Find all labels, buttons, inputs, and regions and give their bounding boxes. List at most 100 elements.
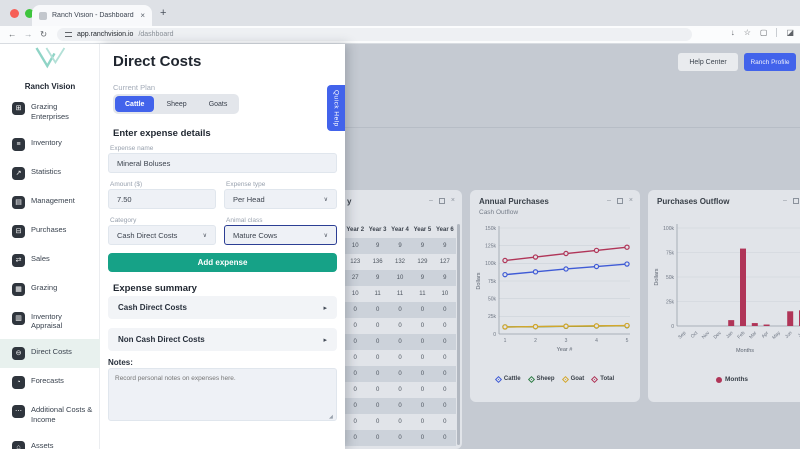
minimize-icon[interactable]: – (783, 197, 787, 204)
url-bar[interactable]: app.ranchvision.io/dashboard (57, 28, 692, 41)
expense-summary-title: Expense summary (113, 283, 197, 294)
resize-handle-icon[interactable]: ◢ (329, 414, 333, 420)
svg-text:2: 2 (534, 338, 537, 344)
extensions-icon[interactable]: ▢ (760, 28, 768, 37)
sidebar-item-forecasts[interactable]: ◔Forecasts (0, 368, 100, 397)
bar-chart-legend: Months (648, 376, 800, 383)
brand-name: Ranch Vision (0, 82, 100, 91)
table-cell: 0 (389, 355, 411, 361)
browser-tab[interactable]: Ranch Vision - Dashboard × (32, 5, 152, 26)
legend-item-sheep[interactable]: Sheep (529, 376, 555, 382)
legend-diamond-icon (495, 375, 502, 382)
profile-icon[interactable]: ◪ (786, 28, 794, 37)
category-select[interactable]: Cash Direct Costs ∨ (108, 225, 216, 245)
table-cell: 9 (366, 243, 388, 249)
bookmark-star-icon[interactable]: ☆ (744, 28, 751, 37)
table-cell: 11 (389, 291, 411, 297)
download-icon[interactable]: ↓ (731, 28, 735, 37)
expense-name-input[interactable]: Mineral Boluses (108, 153, 337, 173)
amount-input[interactable]: 7.50 (108, 189, 216, 209)
svg-text:5: 5 (626, 338, 629, 344)
reload-icon[interactable]: ↻ (40, 29, 47, 40)
accordion-non-cash-direct-costs[interactable]: Non Cash Direct Costs ▸ (108, 328, 337, 351)
sidebar-item-label: Inventory (31, 138, 62, 148)
animal-class-select[interactable]: Mature Cows ∨ (224, 225, 337, 245)
table-cell: 0 (434, 403, 456, 409)
window-close-button[interactable] (10, 9, 19, 18)
close-icon[interactable]: × (451, 197, 455, 204)
app-window: Ranch Vision - Dashboard × + ← → ↻ app.r… (0, 0, 800, 449)
legend-diamond-icon (528, 375, 535, 382)
sidebar-item-label: Direct Costs (31, 347, 72, 357)
forward-icon[interactable]: → (24, 29, 33, 39)
back-icon[interactable]: ← (8, 29, 17, 39)
table-cell: 0 (389, 419, 411, 425)
table-cell: 136 (366, 259, 388, 265)
sidebar-item-grazing-enterprises[interactable]: ⊞Grazing Enterprises (0, 94, 100, 130)
sidebar-item-label: Purchases (31, 225, 66, 235)
quick-help-tab[interactable]: Quick Help (327, 85, 345, 131)
line-chart-subtitle: Cash Outflow (479, 209, 518, 216)
sidebar-item-statistics[interactable]: ↗Statistics (0, 159, 100, 188)
legend-item-months[interactable]: Months (716, 376, 748, 383)
sidebar-item-additional-costs-income[interactable]: ⋯Additional Costs & Income (0, 397, 100, 433)
table-cell: 0 (434, 307, 456, 313)
site-settings-icon[interactable] (65, 32, 72, 37)
expand-icon[interactable] (439, 198, 445, 204)
help-center-button[interactable]: Help Center (678, 53, 738, 71)
new-tab-button[interactable]: + (160, 7, 166, 19)
sidebar-item-inventory[interactable]: ≡Inventory (0, 130, 100, 159)
inventory-appraisal-icon: ▥ (12, 312, 25, 325)
sidebar-item-management[interactable]: ▤Management (0, 188, 100, 217)
table-header-row: Year 2Year 3Year 4Year 5Year 6 (344, 222, 456, 238)
legend-item-total[interactable]: Total (592, 376, 614, 382)
close-icon[interactable]: × (629, 197, 633, 204)
table-cell: 0 (434, 419, 456, 425)
svg-text:75k: 75k (488, 279, 497, 285)
minimize-icon[interactable]: – (607, 197, 611, 204)
plan-tab-goats[interactable]: Goats (199, 96, 238, 112)
sidebar-item-direct-costs[interactable]: ⊖Direct Costs (0, 339, 100, 368)
legend-item-goat[interactable]: Goat (563, 376, 585, 382)
sidebar-nav: ⊞Grazing Enterprises≡Inventory↗Statistic… (0, 94, 100, 449)
table-cell: 0 (366, 307, 388, 313)
table-scrollbar[interactable] (457, 224, 460, 445)
sidebar-item-inventory-appraisal[interactable]: ▥Inventory Appraisal (0, 304, 100, 340)
form-section-title: Enter expense details (113, 128, 211, 139)
plan-tab-cattle[interactable]: Cattle (115, 96, 154, 112)
sidebar-item-assets[interactable]: ⌂Assets (0, 433, 100, 449)
svg-text:25k: 25k (488, 314, 497, 320)
amount-label: Amount ($) (110, 181, 142, 188)
accordion-cash-direct-costs[interactable]: Cash Direct Costs ▸ (108, 296, 337, 319)
table-cell: 0 (389, 435, 411, 441)
ranch-profile-button[interactable]: Ranch Profile (744, 53, 796, 71)
sidebar-item-sales[interactable]: ⇄Sales (0, 246, 100, 275)
plan-tabs: CattleSheepGoats (113, 94, 239, 114)
legend-item-cattle[interactable]: Cattle (496, 376, 521, 382)
statistics-icon: ↗ (12, 167, 25, 180)
expand-icon[interactable] (617, 198, 623, 204)
minimize-icon[interactable]: – (429, 197, 433, 204)
sidebar-item-purchases[interactable]: ⊟Purchases (0, 217, 100, 246)
legend-diamond-icon (591, 375, 598, 382)
table-cell: 129 (411, 259, 433, 265)
sidebar-item-grazing[interactable]: ▦Grazing (0, 275, 100, 304)
table-cell: 27 (344, 275, 366, 281)
svg-text:75k: 75k (666, 250, 675, 256)
grazing-icon: ▦ (12, 283, 25, 296)
table-row: 00000 (344, 334, 456, 350)
notes-textarea[interactable] (108, 368, 337, 421)
purchases-outflow-bar-chart: 025k50k75k100kSepOctNovDecJanFebMarAprMa… (650, 216, 800, 372)
triangle-right-icon: ▸ (323, 304, 327, 312)
expand-icon[interactable] (793, 198, 799, 204)
table-cell: 11 (411, 291, 433, 297)
plan-tab-sheep[interactable]: Sheep (156, 96, 196, 112)
table-cell: 0 (411, 403, 433, 409)
tab-close-icon[interactable]: × (140, 11, 145, 20)
add-expense-button[interactable]: Add expense (108, 253, 337, 272)
expense-type-select[interactable]: Per Head ∨ (224, 189, 337, 209)
table-row: 00000 (344, 366, 456, 382)
svg-text:0: 0 (493, 332, 496, 338)
table-cell: 0 (411, 371, 433, 377)
table-row: 109999 (344, 238, 456, 254)
